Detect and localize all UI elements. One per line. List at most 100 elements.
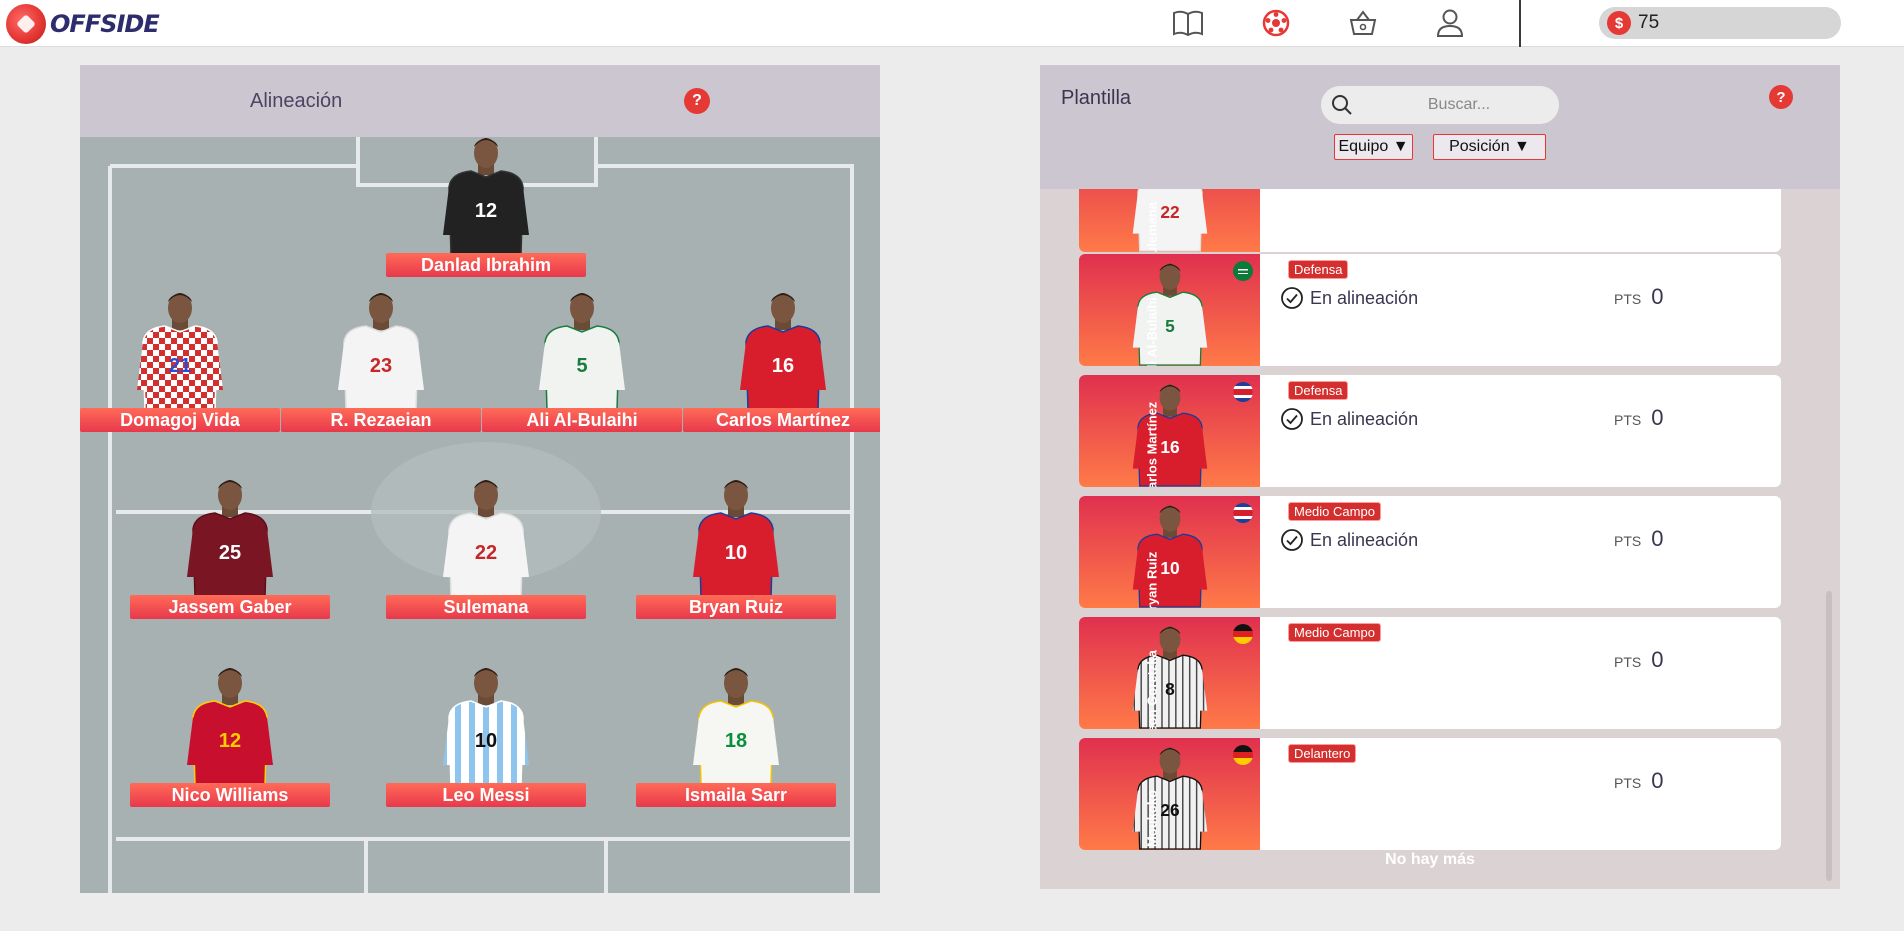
lineup-player-name: Leo Messi — [386, 783, 586, 807]
costa-rica-flag-icon — [1233, 503, 1253, 523]
lineup-player-card[interactable]: 16 Carlos Martínez — [683, 292, 880, 432]
svg-text:25: 25 — [219, 542, 241, 564]
lineup-player-name: Bryan Ruiz — [636, 595, 836, 619]
player-photo: 12 — [441, 137, 531, 256]
coin-balance: $ 75 — [1599, 7, 1841, 39]
points-label: PTS — [1614, 654, 1642, 670]
points-value: 0 — [1651, 647, 1664, 672]
lineup-player-name: Ismaila Sarr — [636, 783, 836, 807]
points-value: 0 — [1651, 526, 1664, 551]
squad-list[interactable]: 22 Sulemana 5 Ali Al-Bulaihi Defensa En … — [1040, 189, 1840, 889]
lineup-player-card[interactable]: 22 Sulemana — [386, 479, 586, 619]
lineup-status: En alineación — [1280, 286, 1418, 310]
lineup-status: En alineación — [1280, 528, 1418, 552]
search-input[interactable] — [1369, 96, 1549, 114]
player-photo: 16 — [738, 290, 828, 411]
position-filter-dropdown[interactable]: Posición ▼ — [1433, 134, 1546, 160]
squad-player-card[interactable]: 5 Ali Al-Bulaihi Defensa En alineación P… — [1079, 254, 1781, 366]
player-figure: 22 — [1131, 189, 1209, 252]
points-label: PTS — [1614, 533, 1642, 549]
svg-text:10: 10 — [1160, 558, 1179, 578]
lineup-player-card[interactable]: 18 Ismaila Sarr — [636, 667, 836, 807]
lineup-player-card[interactable]: 12 Nico Williams — [130, 667, 330, 807]
player-photo: 25 — [185, 477, 275, 598]
lineup-player-card[interactable]: 21 Domagoj Vida — [80, 292, 280, 432]
player-vertical-name: Leon Goretzka — [1144, 650, 1160, 729]
points-label: PTS — [1614, 775, 1642, 791]
squad-player-card[interactable]: 8 Leon Goretzka Medio Campo PTS 0 — [1079, 617, 1781, 729]
points-display: PTS 0 — [1614, 526, 1663, 552]
squad-title: Plantilla — [1061, 87, 1132, 109]
points-display: PTS 0 — [1614, 647, 1663, 673]
svg-text:16: 16 — [1160, 437, 1180, 457]
check-circle-icon — [1281, 408, 1303, 430]
svg-text:23: 23 — [370, 355, 392, 377]
position-badge: Medio Campo — [1288, 623, 1381, 642]
player-figure: 16 — [1131, 379, 1209, 487]
svg-text:8: 8 — [1165, 679, 1175, 699]
top-navbar: OFFSIDE $ 75 — [0, 0, 1904, 47]
lineup-player-name: Danlad Ibrahim — [386, 253, 586, 277]
lineup-player-name: Sulemana — [386, 595, 586, 619]
lineup-player-card[interactable]: 5 Ali Al-Bulaihi — [482, 292, 682, 432]
soccer-ball-logo-icon — [6, 4, 46, 44]
team-filter-dropdown[interactable]: Equipo ▼ — [1334, 134, 1413, 160]
lineup-player-name: Ali Al-Bulaihi — [482, 408, 682, 432]
lineup-player-card[interactable]: 23 R. Rezaeian — [281, 292, 481, 432]
lineup-help-icon[interactable]: ? — [684, 88, 710, 114]
player-photo: 23 — [336, 290, 426, 411]
soccer-ball-icon[interactable] — [1259, 6, 1293, 40]
lineup-player-card[interactable]: 10 Bryan Ruiz — [636, 479, 836, 619]
player-photo: 21 — [135, 290, 225, 411]
svg-text:10: 10 — [725, 542, 747, 564]
check-circle-icon — [1281, 529, 1303, 551]
lineup-player-card[interactable]: 10 Leo Messi — [386, 667, 586, 807]
book-icon[interactable] — [1171, 6, 1205, 40]
germany-flag-icon — [1233, 624, 1253, 644]
coin-icon: $ — [1607, 11, 1631, 35]
squad-player-card[interactable]: 22 Sulemana — [1079, 189, 1781, 252]
lineup-player-name: Domagoj Vida — [80, 408, 280, 432]
brand-name: OFFSIDE — [50, 10, 160, 38]
points-value: 0 — [1651, 284, 1664, 309]
squad-player-card[interactable]: 26 Y. Moukoko Delantero PTS 0 — [1079, 738, 1781, 850]
player-vertical-name: Ali Al-Bulaihi — [1144, 297, 1160, 366]
squad-player-card[interactable]: 10 Bryan Ruiz Medio Campo En alineación … — [1079, 496, 1781, 608]
points-value: 0 — [1651, 405, 1664, 430]
player-figure: 10 — [1131, 500, 1209, 608]
basket-icon[interactable] — [1346, 6, 1380, 40]
search-box — [1321, 86, 1559, 124]
svg-text:10: 10 — [475, 730, 497, 752]
player-photo: 10 — [441, 665, 531, 786]
scrollbar-thumb[interactable] — [1826, 591, 1832, 881]
position-badge: Defensa — [1288, 260, 1349, 279]
points-display: PTS 0 — [1614, 405, 1663, 431]
squad-help-icon[interactable]: ? — [1769, 85, 1793, 109]
points-label: PTS — [1614, 291, 1642, 307]
germany-flag-icon — [1233, 745, 1253, 765]
costa-rica-flag-icon — [1233, 382, 1253, 402]
player-vertical-name: Bryan Ruiz — [1144, 551, 1160, 608]
lineup-player-card[interactable]: 12 Danlad Ibrahim — [386, 137, 586, 277]
squad-header: Plantilla ? Equipo ▼ Posición ▼ — [1040, 65, 1840, 189]
end-of-list-text: No hay más — [1385, 851, 1475, 868]
player-vertical-name: Carlos Martínez — [1144, 401, 1160, 487]
svg-text:5: 5 — [576, 355, 587, 377]
offside-logo[interactable]: OFFSIDE — [6, 4, 160, 44]
lineup-status-text: En alineación — [1310, 287, 1419, 308]
points-label: PTS — [1614, 412, 1642, 428]
check-circle-icon — [1281, 287, 1303, 309]
lineup-status: En alineación — [1280, 407, 1418, 431]
position-badge: Defensa — [1288, 381, 1349, 400]
lineup-player-card[interactable]: 25 Jassem Gaber — [130, 479, 330, 619]
player-photo: 12 — [185, 665, 275, 786]
points-display: PTS 0 — [1614, 284, 1663, 310]
lineup-player-name: R. Rezaeian — [281, 408, 481, 432]
position-badge: Medio Campo — [1288, 502, 1381, 521]
lineup-status-text: En alineación — [1310, 529, 1419, 550]
lineup-player-name: Nico Williams — [130, 783, 330, 807]
squad-player-card[interactable]: 16 Carlos Martínez Defensa En alineación… — [1079, 375, 1781, 487]
svg-text:22: 22 — [1160, 202, 1179, 222]
user-icon[interactable] — [1433, 6, 1467, 40]
squad-panel: Plantilla ? Equipo ▼ Posición ▼ 22 Sulem… — [1040, 65, 1840, 889]
